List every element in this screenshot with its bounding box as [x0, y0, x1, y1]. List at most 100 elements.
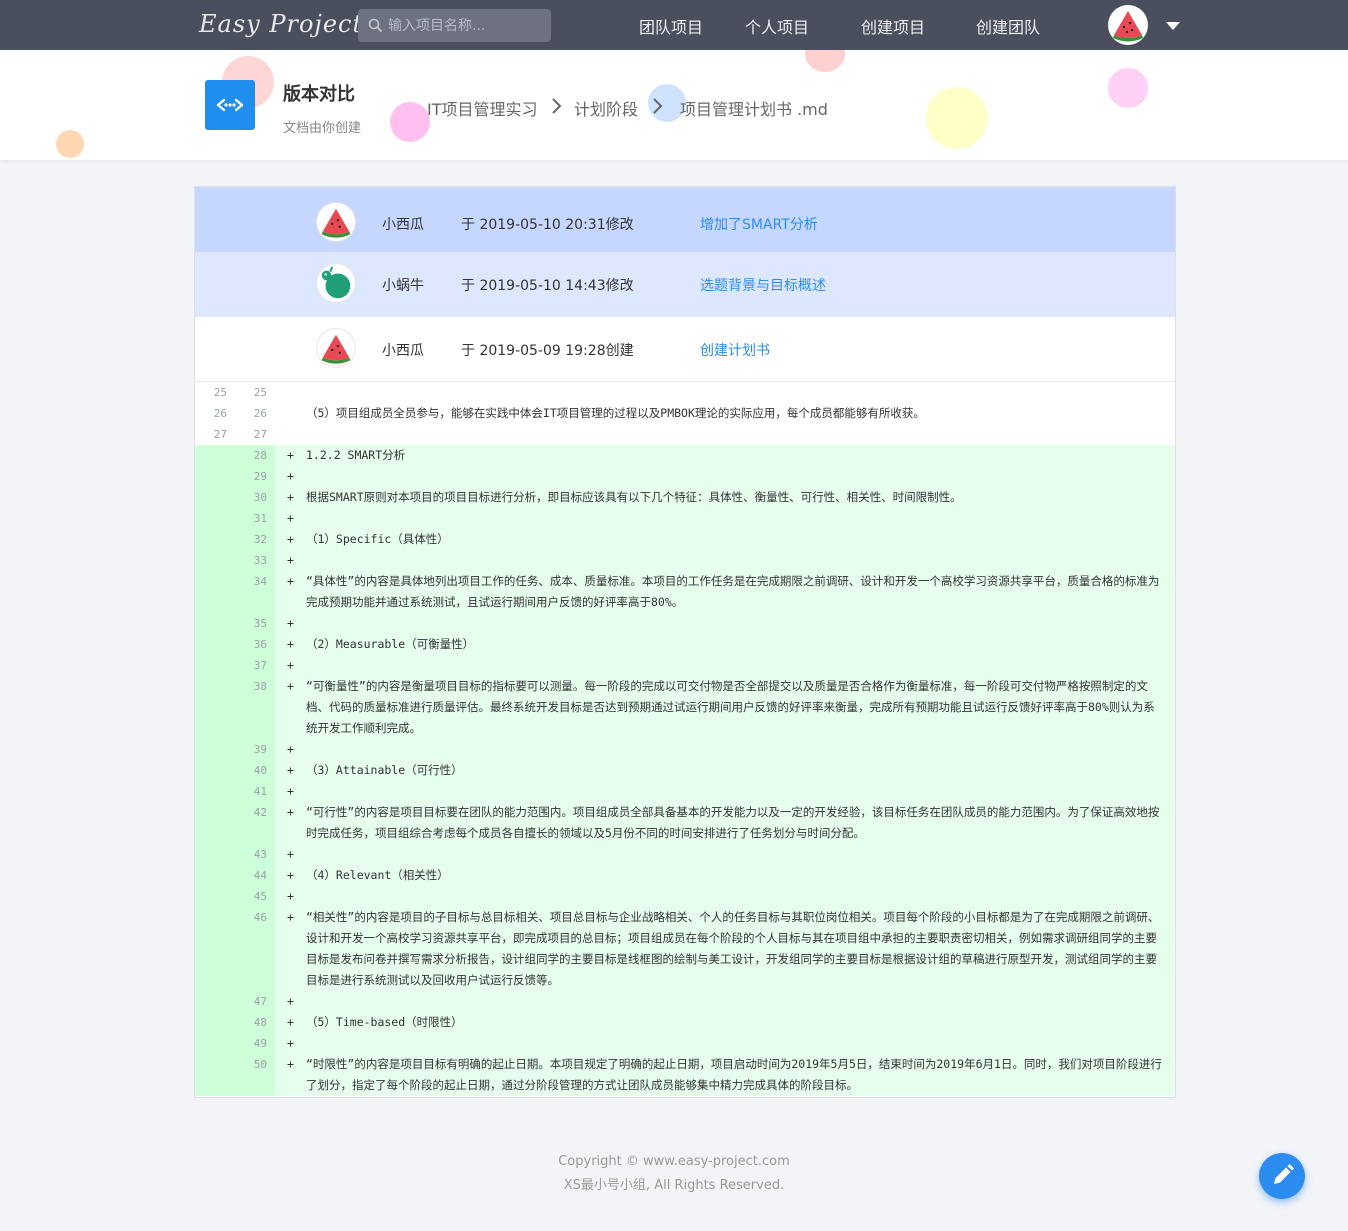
version-message[interactable]: 增加了SMART分析: [700, 214, 818, 234]
diff-line-text: 根据SMART原则对本项目的项目目标进行分析，即目标应该具有以下几个特征：具体性…: [306, 490, 962, 504]
diff-line: 45 +: [195, 886, 1175, 907]
diff-sign: +: [287, 805, 294, 819]
snail-avatar-icon: [317, 264, 355, 302]
diff-sign: +: [287, 616, 294, 630]
diff-sign: +: [287, 847, 294, 861]
diff-sign: +: [287, 553, 294, 567]
diff-line-text: [306, 613, 1175, 634]
diff-line: 41 +: [195, 781, 1175, 802]
diff-line-text: “相关性”的内容是项目的子目标与总目标相关、项目总目标与企业战略相关、个人的任务…: [306, 910, 1160, 987]
chevron-right-icon: [552, 98, 562, 114]
search-input[interactable]: [388, 9, 543, 42]
diff-line-text: （4）Relevant（相关性）: [306, 868, 449, 882]
old-line-number: [195, 634, 235, 655]
project-search[interactable]: [358, 9, 551, 42]
rights-text: XS最小号小组, All Rights Reserved.: [563, 1178, 785, 1193]
diff-sign: +: [287, 910, 294, 924]
user-avatar[interactable]: [1108, 5, 1148, 45]
old-line-number: [195, 802, 235, 844]
version-user: 小蜗牛: [382, 278, 424, 294]
new-line-number: 31: [235, 508, 275, 529]
copyright-text: Copyright © www.easy-project.com: [558, 1154, 790, 1169]
new-line-number: 47: [235, 991, 275, 1012]
diff-sign: +: [287, 511, 294, 525]
diff-line: 35 +: [195, 613, 1175, 634]
nav-create-project[interactable]: 创建项目: [861, 14, 925, 38]
diff-sign: +: [287, 1057, 294, 1071]
version-message[interactable]: 选题背景与目标概述: [700, 275, 826, 295]
new-line-number: 28: [235, 445, 275, 466]
watermelon-icon: [1113, 11, 1143, 42]
diff-sign: +: [287, 637, 294, 651]
new-line-number: 40: [235, 760, 275, 781]
diff-sign: +: [287, 490, 294, 504]
diff-sign: +: [287, 1036, 294, 1050]
diff-sign: +: [287, 742, 294, 756]
diff-sign: +: [287, 448, 294, 462]
app-logo[interactable]: Easy Project: [199, 10, 363, 38]
top-navbar: Easy Project 团队项目 个人项目 创建项目 创建团队: [0, 0, 1348, 50]
old-line-number: [195, 865, 235, 886]
diff-line-text: （1）Specific（具体性）: [306, 532, 449, 546]
version-time: 于 2019-05-10 20:31修改: [461, 217, 634, 233]
user-menu-caret-icon[interactable]: [1166, 22, 1180, 30]
old-line-number: 25: [195, 382, 235, 403]
nav-create-team[interactable]: 创建团队: [976, 14, 1040, 38]
old-line-number: [195, 550, 235, 571]
diff-line-text: [306, 382, 1175, 403]
diff-line-text: （2）Measurable（可衡量性）: [306, 637, 475, 651]
diff-line: 27 27: [195, 424, 1175, 445]
old-line-number: [195, 445, 235, 466]
diff-line: 33 +: [195, 550, 1175, 571]
new-line-number: 33: [235, 550, 275, 571]
diff-line: 46 + “相关性”的内容是项目的子目标与总目标相关、项目总目标与企业战略相关、个人…: [195, 907, 1175, 991]
diff-line: 48 + （5）Time-based（时限性）: [195, 1012, 1175, 1033]
diff-sign: +: [287, 679, 294, 693]
diff-view: 25 25 26 26 （5）项目组成员全员参与，能够在实践中体会IT项目管理的过程以及…: [195, 382, 1175, 1096]
new-line-number: 38: [235, 676, 275, 739]
breadcrumb-stage[interactable]: 计划阶段: [574, 96, 638, 120]
edit-button[interactable]: [1259, 1153, 1305, 1199]
chevron-right-icon: [653, 98, 663, 114]
breadcrumb-document[interactable]: 项目管理计划书 .md: [680, 96, 828, 120]
nav-personal-projects[interactable]: 个人项目: [745, 14, 809, 38]
breadcrumb-project[interactable]: IT项目管理实习: [427, 96, 538, 120]
old-line-number: 27: [195, 424, 235, 445]
diff-sign: +: [287, 868, 294, 882]
old-line-number: [195, 466, 235, 487]
version-row-3[interactable]: 小西瓜 于 2019-05-09 19:28创建 创建计划书: [195, 317, 1175, 382]
diff-line: 31 +: [195, 508, 1175, 529]
new-line-number: 34: [235, 571, 275, 613]
diff-line: 26 26 （5）项目组成员全员参与，能够在实践中体会IT项目管理的过程以及PMBO…: [195, 403, 1175, 424]
version-user: 小西瓜: [382, 343, 424, 359]
new-line-number: 29: [235, 466, 275, 487]
new-line-number: 41: [235, 781, 275, 802]
new-line-number: 44: [235, 865, 275, 886]
diff-sign: +: [287, 784, 294, 798]
new-line-number: 43: [235, 844, 275, 865]
new-line-number: 45: [235, 886, 275, 907]
page-subtitle: 文档由你创建: [283, 121, 362, 136]
diff-line: 30 + 根据SMART原则对本项目的项目目标进行分析，即目标应该具有以下几个特征：…: [195, 487, 1175, 508]
version-row-1[interactable]: 小西瓜 于 2019-05-10 20:31修改 增加了SMART分析: [195, 187, 1175, 252]
nav-team-projects[interactable]: 团队项目: [639, 14, 703, 38]
version-message[interactable]: 创建计划书: [700, 340, 770, 360]
watermelon-avatar-icon: [317, 203, 355, 241]
old-line-number: [195, 886, 235, 907]
diff-line: 40 + （3）Attainable（可行性）: [195, 760, 1175, 781]
diff-sign: +: [287, 889, 294, 903]
new-line-number: 49: [235, 1033, 275, 1054]
diff-line-text: [306, 655, 1175, 676]
diff-sign: +: [287, 1015, 294, 1029]
old-line-number: [195, 781, 235, 802]
old-line-number: [195, 844, 235, 865]
diff-line: 38 + “可衡量性”的内容是衡量项目目标的指标要可以测量。每一阶段的完成以可交付物…: [195, 676, 1175, 739]
old-line-number: [195, 676, 235, 739]
version-row-2[interactable]: 小蜗牛 于 2019-05-10 14:43修改 选题背景与目标概述: [195, 252, 1175, 317]
diff-sign: +: [287, 469, 294, 483]
diff-line-text: [306, 1033, 1175, 1054]
old-line-number: [195, 1012, 235, 1033]
new-line-number: 35: [235, 613, 275, 634]
diff-line: 44 + （4）Relevant（相关性）: [195, 865, 1175, 886]
new-line-number: 39: [235, 739, 275, 760]
